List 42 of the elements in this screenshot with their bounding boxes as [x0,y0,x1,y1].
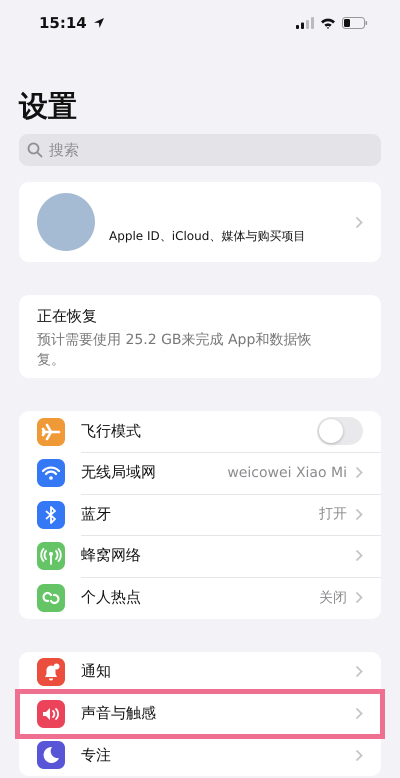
chevron-icon [355,706,363,720]
row-label: 声音与触感 [81,704,157,723]
row-label: 专注 [81,746,112,765]
search-bar[interactable]: 搜索 [19,134,381,166]
chevron-icon [355,549,363,562]
battery-icon [342,17,368,29]
settings-row[interactable]: 蜂窝网络 [19,536,381,577]
avatar [37,193,95,251]
status-time: 15:14 [39,14,87,32]
row-label: 蜂窝网络 [81,546,142,566]
restore-title: 正在恢复 [37,307,98,326]
row-value: weicowei Xiao Mi [227,464,347,481]
row-label: 通知 [81,662,112,682]
settings-row[interactable]: 个人热点 关闭 [19,577,381,618]
chevron-icon [355,665,363,678]
settings-row[interactable]: 无线局域网 weicowei Xiao Mi [19,452,381,494]
row-label: 飞行模式 [81,422,142,441]
settings-row[interactable]: 通知 [19,652,381,693]
row-label: 个人热点 [81,588,142,608]
settings-row[interactable]: 专注 [19,734,381,776]
toggle-switch[interactable] [317,417,363,446]
chevron-icon [355,216,363,228]
chevron-icon [355,591,363,604]
settings-row[interactable]: 飞行模式 [19,411,381,452]
account-card[interactable]: Apple ID、iCloud、媒体与购买项目 [19,182,381,262]
search-icon [27,142,43,158]
search-field[interactable]: 搜索 [47,140,373,160]
page-title: 设置 [19,88,78,125]
wifi-icon [320,17,336,29]
chevron-icon [355,748,363,762]
row-label: 蓝牙 [81,504,112,524]
signal-icon [296,17,314,29]
chevron-icon [355,466,363,480]
settings-row[interactable]: 蓝牙 打开 [19,494,381,536]
chevron-icon [355,508,363,521]
settings-row[interactable]: 声音与触感 [19,693,381,734]
restore-text: 预计需要使用 25.2 GB来完成 App和数据恢复。 [37,331,312,370]
row-value: 打开 [319,505,347,524]
row-label: 无线局域网 [81,463,157,482]
row-value: 关闭 [319,588,347,607]
account-subtitle: Apple ID、iCloud、媒体与购买项目 [109,228,306,244]
location-arrow-icon [92,17,105,29]
